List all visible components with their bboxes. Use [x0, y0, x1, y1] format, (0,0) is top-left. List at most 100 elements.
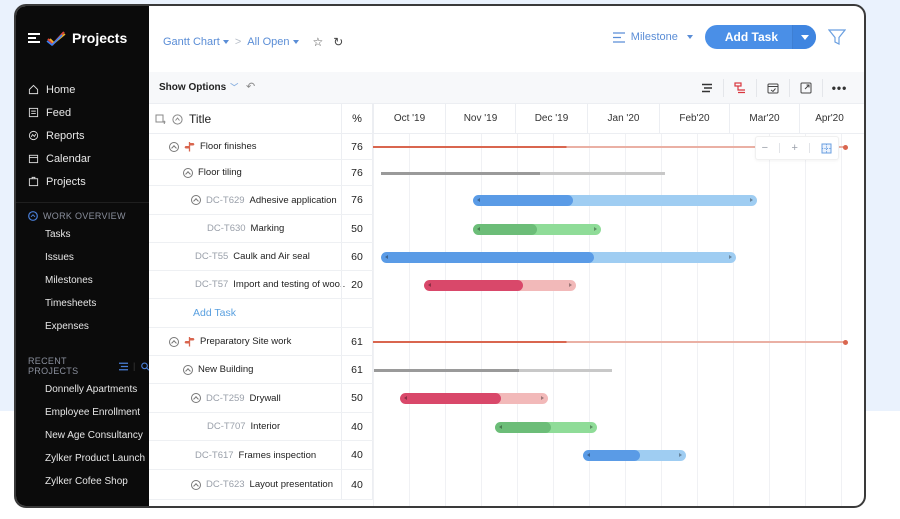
resize-right-handle[interactable]	[728, 254, 732, 259]
task-id[interactable]: DC-T55	[195, 251, 228, 262]
add-task-link[interactable]: Add Task	[193, 307, 236, 319]
sidebar-item-milestones[interactable]: Milestones	[16, 269, 149, 292]
task-name[interactable]: Import and testing of woo..	[233, 279, 345, 290]
sidebar-item-expenses[interactable]: Expenses	[16, 315, 149, 338]
recent-project-item[interactable]: Donnelly Apartments	[16, 378, 149, 401]
task-name[interactable]: Drywall	[250, 393, 281, 404]
table-row[interactable]: DC-T57 Import and testing of woo.. 20	[149, 271, 373, 299]
resize-left-handle[interactable]	[587, 453, 591, 457]
task-bar[interactable]	[380, 251, 736, 263]
task-id[interactable]: DC-T259	[206, 393, 245, 404]
nav-item-home[interactable]: Home	[28, 78, 91, 101]
task-name[interactable]: Floor tiling	[198, 167, 242, 178]
show-options-button[interactable]: Show Options ﹀	[159, 82, 238, 93]
nav-item-projects[interactable]: Projects	[28, 170, 91, 193]
menu-icon[interactable]	[28, 33, 40, 43]
collapse-icon[interactable]	[191, 393, 201, 403]
task-id[interactable]: DC-T57	[195, 279, 228, 290]
resize-left-handle[interactable]	[477, 198, 481, 202]
table-row[interactable]: DC-T629 Adhesive application 76	[149, 186, 373, 215]
collapse-icon[interactable]	[169, 336, 179, 347]
add-task-dropdown[interactable]	[792, 25, 816, 49]
nav-item-feed[interactable]: Feed	[28, 101, 91, 124]
table-row[interactable]: Floor tiling 76	[149, 160, 373, 186]
task-bar[interactable]	[494, 421, 598, 433]
task-name[interactable]: Floor finishes	[200, 141, 257, 152]
task-name[interactable]: Layout presentation	[250, 479, 333, 490]
calendar-view-button[interactable]	[757, 79, 790, 97]
task-id[interactable]: DC-T617	[195, 450, 234, 461]
table-row[interactable]: Floor finishes 76	[149, 134, 373, 160]
task-name[interactable]: Caulk and Air seal	[233, 251, 310, 262]
recent-project-item[interactable]: New Age Consultancy	[16, 424, 149, 447]
table-row[interactable]: DC-T707 Interior 40	[149, 413, 373, 441]
recent-project-item[interactable]: Zylker Cofee Shop	[16, 470, 149, 493]
table-row[interactable]: New Building 61	[149, 356, 373, 384]
collapse-icon[interactable]	[169, 141, 179, 152]
task-bar[interactable]	[400, 393, 548, 404]
table-row[interactable]: Preparatory Site work 61	[149, 328, 373, 356]
resize-right-handle[interactable]	[569, 282, 573, 287]
table-row[interactable]: DC-T617 Frames inspection 40	[149, 441, 373, 470]
resize-left-handle[interactable]	[404, 396, 408, 400]
filter-icon[interactable]	[828, 28, 846, 46]
sidebar-item-tasks[interactable]: Tasks	[16, 223, 149, 246]
resize-right-handle[interactable]	[594, 226, 598, 231]
column-settings-icon[interactable]	[155, 114, 166, 125]
resize-left-handle[interactable]	[427, 282, 431, 287]
task-bar[interactable]	[473, 195, 758, 206]
sidebar-item-issues[interactable]: Issues	[16, 246, 149, 269]
percent-column-header[interactable]: %	[341, 104, 373, 133]
task-id[interactable]: DC-T707	[207, 421, 246, 432]
add-task-row[interactable]: Add Task	[149, 299, 373, 328]
add-task-button[interactable]: Add Task	[705, 25, 792, 49]
group-summary-bar[interactable]	[373, 369, 612, 372]
sidebar-item-timesheets[interactable]: Timesheets	[16, 292, 149, 315]
fit-to-screen-icon[interactable]	[821, 143, 832, 154]
collapse-icon[interactable]	[191, 479, 201, 490]
task-id[interactable]: DC-T630	[207, 223, 246, 234]
search-icon[interactable]	[140, 361, 149, 371]
undo-icon[interactable]: ↶	[246, 80, 255, 93]
task-name[interactable]: Frames inspection	[239, 450, 317, 461]
star-icon[interactable]: ☆	[313, 35, 324, 49]
filter-lines-icon[interactable]	[118, 362, 128, 371]
milestone-line[interactable]	[373, 341, 845, 343]
recent-project-item[interactable]: Employee Enrollment	[16, 401, 149, 424]
task-bar[interactable]	[423, 279, 577, 291]
task-name[interactable]: Preparatory Site work	[200, 336, 291, 347]
task-name[interactable]: Interior	[251, 421, 281, 432]
milestone-selector[interactable]: Milestone	[612, 31, 693, 43]
task-name[interactable]: Marking	[251, 223, 285, 234]
title-column-header[interactable]: Title	[155, 112, 211, 126]
view-selector[interactable]: Gantt Chart	[163, 36, 229, 48]
resize-left-handle[interactable]	[384, 254, 388, 259]
refresh-icon[interactable]: ↻	[333, 35, 343, 49]
collapse-all-icon[interactable]	[172, 113, 183, 125]
resize-right-handle[interactable]	[750, 198, 754, 202]
fullscreen-button[interactable]	[790, 79, 823, 97]
nav-item-calendar[interactable]: Calendar	[28, 147, 91, 170]
collapse-icon[interactable]	[191, 195, 201, 205]
resize-right-handle[interactable]	[590, 424, 594, 429]
task-id[interactable]: DC-T623	[206, 479, 245, 490]
critical-path-button[interactable]	[724, 79, 757, 97]
collapse-icon[interactable]	[183, 167, 193, 178]
table-row[interactable]: DC-T630 Marking 50	[149, 215, 373, 243]
zoom-out-button[interactable]: −	[762, 142, 768, 154]
task-name[interactable]: Adhesive application	[250, 195, 337, 206]
more-options-button[interactable]: •••	[823, 79, 856, 97]
group-summary-bar[interactable]	[380, 172, 665, 175]
resize-right-handle[interactable]	[679, 453, 683, 457]
table-row[interactable]: DC-T623 Layout presentation 40	[149, 470, 373, 500]
table-row[interactable]: DC-T55 Caulk and Air seal 60	[149, 243, 373, 271]
collapse-icon[interactable]	[183, 364, 193, 375]
task-name[interactable]: New Building	[198, 364, 253, 375]
recent-project-item[interactable]: Zylker Product Launch	[16, 447, 149, 470]
resize-left-handle[interactable]	[498, 424, 502, 429]
resize-left-handle[interactable]	[477, 226, 481, 231]
nav-item-reports[interactable]: Reports	[28, 124, 91, 147]
work-overview-heading[interactable]: WORK OVERVIEW	[16, 211, 149, 221]
zoom-in-button[interactable]: +	[791, 142, 797, 154]
resize-right-handle[interactable]	[540, 396, 544, 400]
